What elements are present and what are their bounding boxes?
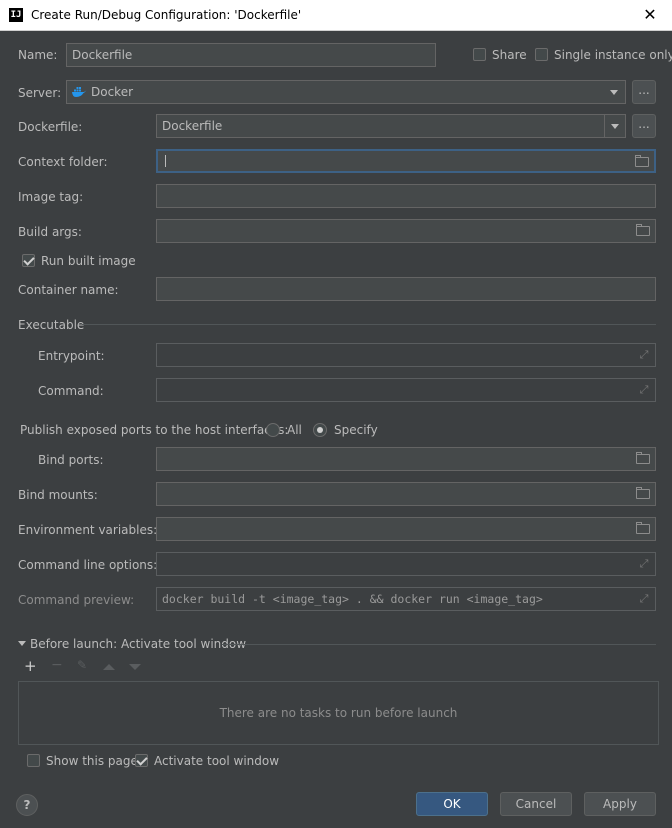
app-icon: IJ [9, 8, 23, 22]
build-args-input[interactable] [156, 219, 656, 243]
folder-icon[interactable] [636, 522, 650, 534]
share-label: Share [492, 48, 527, 62]
chevron-down-icon [610, 90, 618, 95]
build-args-label: Build args: [18, 225, 82, 239]
cmd-preview-label: Command preview: [18, 593, 135, 607]
before-launch-separator [222, 644, 656, 645]
executable-separator [82, 324, 656, 325]
cmd-preview-value: docker build -t <image_tag> . && docker … [162, 592, 543, 606]
apply-button[interactable]: Apply [584, 792, 656, 816]
empty-tasks-text: There are no tasks to run before launch [219, 706, 458, 720]
expand-icon[interactable]: ⤢ [637, 383, 651, 397]
folder-icon[interactable] [636, 452, 650, 464]
show-page-checkbox[interactable] [27, 754, 40, 767]
server-more-button[interactable]: ... [632, 80, 656, 104]
run-built-image-checkbox[interactable] [22, 254, 35, 267]
single-instance-checkbox[interactable] [535, 48, 548, 61]
env-vars-label: Environment variables: [18, 523, 158, 537]
dockerfile-more-button[interactable]: ... [632, 114, 656, 138]
docker-whale-icon [72, 87, 87, 97]
context-folder-input[interactable] [156, 149, 656, 173]
add-icon[interactable]: + [24, 657, 37, 675]
dockerfile-label: Dockerfile: [18, 120, 83, 134]
command-input[interactable]: ⤢ [156, 378, 656, 402]
entrypoint-label: Entrypoint: [38, 349, 105, 363]
ok-button[interactable]: OK [416, 792, 488, 816]
run-built-image-label: Run built image [41, 254, 136, 268]
expand-icon[interactable]: ⤢ [637, 348, 651, 362]
publish-specify-radio[interactable] [313, 423, 327, 437]
env-vars-input[interactable] [156, 517, 656, 541]
cmd-options-label: Command line options: [18, 558, 158, 572]
name-label: Name: [18, 48, 58, 62]
cmd-options-input[interactable]: ⤢ [156, 552, 656, 576]
expand-icon[interactable]: ⤢ [637, 557, 651, 571]
server-value: Docker [91, 85, 134, 99]
window-title: Create Run/Debug Configuration: 'Dockerf… [31, 8, 302, 22]
entrypoint-input[interactable]: ⤢ [156, 343, 656, 367]
expand-icon[interactable]: ⤢ [637, 592, 651, 606]
dockerfile-value: Dockerfile [162, 119, 223, 133]
before-launch-task-list[interactable]: There are no tasks to run before launch [18, 681, 659, 745]
edit-icon[interactable]: ✎ [77, 658, 87, 672]
image-tag-label: Image tag: [18, 190, 84, 204]
close-icon[interactable]: ✕ [628, 0, 672, 30]
publish-all-radio[interactable] [266, 423, 280, 437]
command-label: Command: [38, 384, 104, 398]
server-dropdown[interactable]: Docker [66, 80, 626, 104]
bind-ports-label: Bind ports: [38, 453, 104, 467]
name-input[interactable]: Dockerfile [66, 43, 436, 67]
collapse-triangle-icon[interactable] [18, 641, 26, 646]
activate-tool-label: Activate tool window [154, 754, 280, 768]
dockerfile-dropdown[interactable]: Dockerfile [156, 114, 626, 138]
container-name-input[interactable] [156, 277, 656, 301]
chevron-down-icon [611, 124, 619, 129]
context-folder-label: Context folder: [18, 155, 108, 169]
show-page-label: Show this page [46, 754, 138, 768]
title-bar: IJ Create Run/Debug Configuration: 'Dock… [0, 0, 672, 31]
help-icon[interactable]: ? [16, 794, 38, 816]
executable-section-label: Executable [18, 318, 85, 332]
share-checkbox[interactable] [473, 48, 486, 61]
publish-ports-label: Publish exposed ports to the host interf… [20, 423, 289, 437]
container-name-label: Container name: [18, 283, 119, 297]
bind-mounts-input[interactable] [156, 482, 656, 506]
single-instance-label: Single instance only [554, 48, 672, 62]
folder-icon[interactable] [636, 487, 650, 499]
publish-specify-label: Specify [334, 423, 378, 437]
publish-all-label: All [287, 423, 302, 437]
remove-icon[interactable]: − [51, 657, 63, 673]
activate-tool-checkbox[interactable] [135, 754, 148, 767]
before-launch-header[interactable]: Before launch: Activate tool window [30, 637, 246, 651]
text-caret [165, 155, 166, 167]
cmd-preview-field: docker build -t <image_tag> . && docker … [156, 587, 656, 611]
bind-ports-input[interactable] [156, 447, 656, 471]
folder-icon[interactable] [636, 224, 650, 236]
image-tag-input[interactable] [156, 184, 656, 208]
move-up-icon[interactable] [103, 664, 115, 670]
dropdown-divider [604, 115, 605, 137]
cancel-button[interactable]: Cancel [500, 792, 572, 816]
bind-mounts-label: Bind mounts: [18, 488, 98, 502]
move-down-icon[interactable] [129, 664, 141, 670]
folder-icon[interactable] [635, 155, 649, 167]
server-label: Server: [18, 86, 62, 100]
